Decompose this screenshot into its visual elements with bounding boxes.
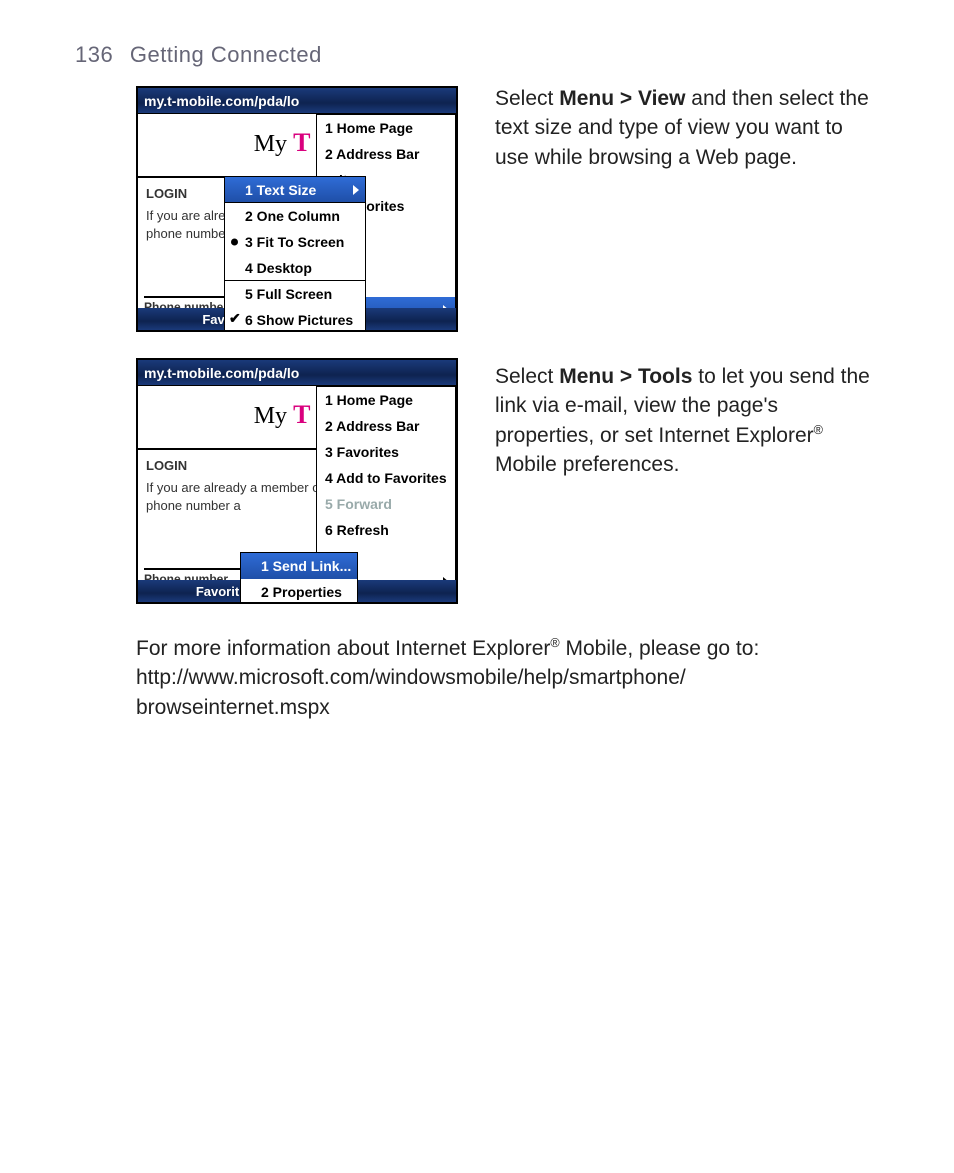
check-icon: ✔ <box>229 309 241 327</box>
menu-item-label: 2 Address Bar <box>325 146 419 162</box>
tools-submenu: 1 Send Link...2 Properties3 Options <box>240 552 358 604</box>
description-tools: Select Menu > Tools to let you send the … <box>495 362 875 480</box>
menu-item-label: 2 One Column <box>245 208 340 224</box>
menu-item-label: 1 Home Page <box>325 392 413 408</box>
menu-item[interactable]: 5 Full Screen <box>225 281 365 307</box>
screenshot-tools-menu: my.t-mobile.com/pda/lo My T · · LOGIN If… <box>136 358 458 604</box>
titlebar: my.t-mobile.com/pda/lo <box>138 360 456 386</box>
menu-item-label: 4 Desktop <box>245 260 312 276</box>
menu-item-label: 5 Full Screen <box>245 286 332 302</box>
menu-item-label: 2 Properties <box>261 584 342 600</box>
menu-item-label: 1 Home Page <box>325 120 413 136</box>
menu-item[interactable]: 2 Address Bar <box>317 413 455 439</box>
submenu-arrow-icon <box>353 185 359 195</box>
menu-item-label: 1 Text Size <box>245 182 316 198</box>
description-view: Select Menu > View and then select the t… <box>495 84 875 172</box>
menu-item[interactable]: 6 Refresh <box>317 517 455 543</box>
menu-item-label: 3 Favorites <box>325 444 399 460</box>
page-number: 136 <box>75 42 113 67</box>
submenu-arrow-icon <box>443 331 449 332</box>
view-submenu: 1 Text Size 2 One Column 3 Fit To Screen 4 … <box>224 176 366 332</box>
menu-item-label: 4 Add to Favorites <box>325 470 447 486</box>
menu-item[interactable]: 2 One Column <box>225 203 365 229</box>
menu-item[interactable]: 1 Home Page <box>317 387 455 413</box>
menu-item[interactable]: 4 Add to Favorites <box>317 465 455 491</box>
menu-item[interactable]: 2 Address Bar <box>317 141 455 167</box>
submenu-arrow-icon <box>443 603 449 604</box>
menu-item-label: 5 Forward <box>325 496 392 512</box>
menu-item[interactable]: 4 Desktop <box>225 255 365 281</box>
menu-item[interactable]: 5 Forward <box>317 491 455 517</box>
menu-item-label: 6 Refresh <box>325 522 389 538</box>
menu-item[interactable]: 2 Properties <box>241 579 357 604</box>
menu-item[interactable]: 1 Home Page <box>317 115 455 141</box>
menu-item-label: 1 Send Link... <box>261 558 351 574</box>
screenshot-view-menu: my.t-mobile.com/pda/lo My T · · LOGIN If… <box>136 86 458 332</box>
menu-item-label: 2 Address Bar <box>325 418 419 434</box>
bullet-icon <box>231 239 238 246</box>
menu-item[interactable]: ✔6 Show Pictures <box>225 307 365 332</box>
titlebar: my.t-mobile.com/pda/lo <box>138 88 456 114</box>
menu-item-label: 3 Fit To Screen <box>245 234 344 250</box>
menu-item[interactable]: 1 Text Size <box>225 177 365 203</box>
section-title: Getting Connected <box>130 42 322 67</box>
menu-item[interactable]: 1 Send Link... <box>241 553 357 579</box>
menu-item-label: 6 Show Pictures <box>245 312 353 328</box>
menu-item[interactable]: 3 Favorites <box>317 439 455 465</box>
footer-info: For more information about Internet Expl… <box>136 634 876 722</box>
menu-item[interactable]: 3 Fit To Screen <box>225 229 365 255</box>
page-header: 136 Getting Connected <box>75 42 322 68</box>
